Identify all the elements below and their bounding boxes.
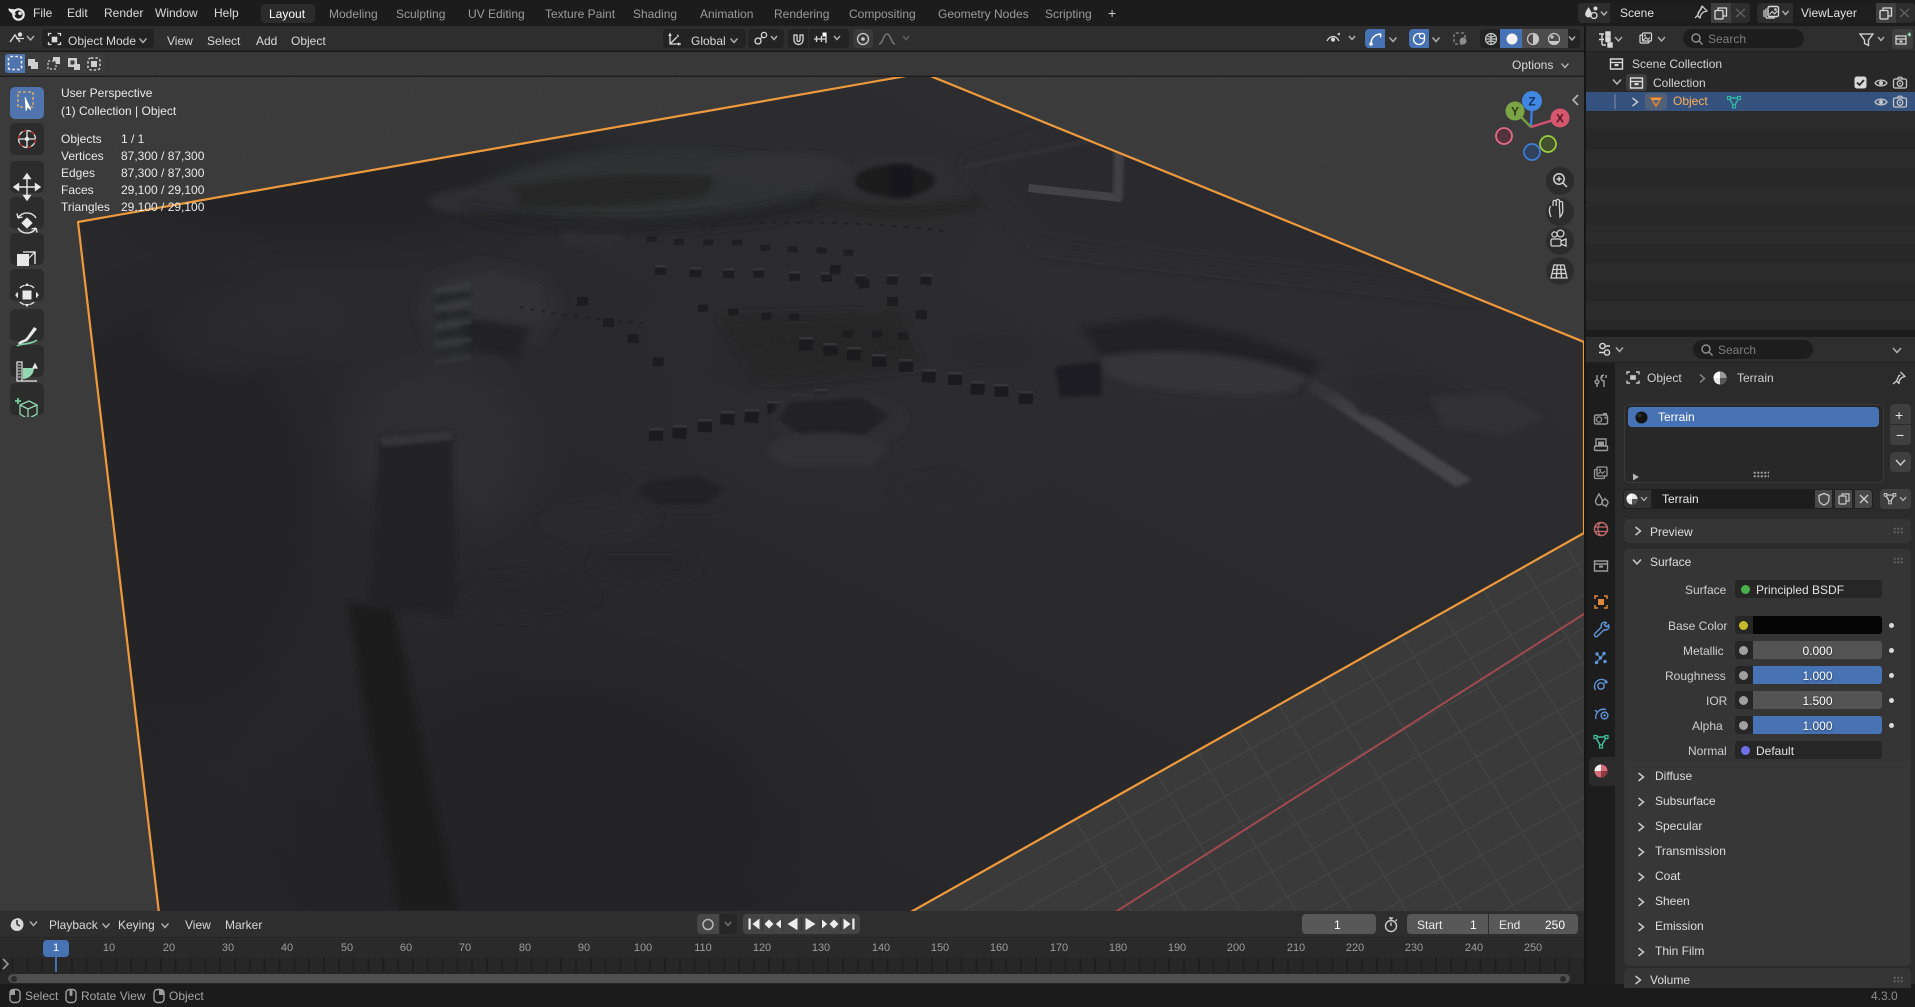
- svg-text:Z: Z: [1528, 95, 1535, 109]
- svg-text:Y: Y: [1511, 105, 1519, 119]
- svg-text:X: X: [1556, 112, 1564, 126]
